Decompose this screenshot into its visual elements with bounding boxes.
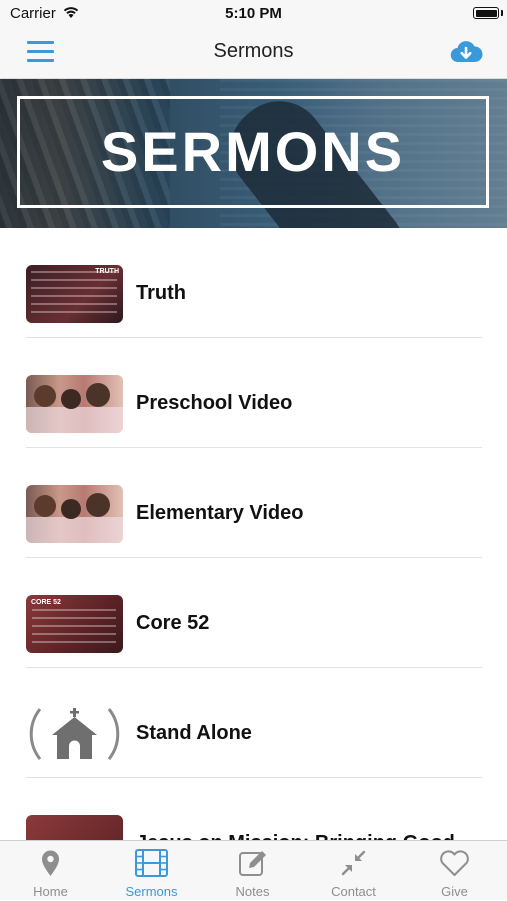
tab-sermons[interactable]: Sermons (101, 841, 202, 901)
battery-icon (473, 7, 499, 19)
tab-label: Notes (235, 884, 270, 899)
edit-icon (239, 851, 266, 876)
battery-tip (501, 10, 503, 16)
series-thumbnail: CORE 52 (26, 595, 123, 653)
cloud-download-icon[interactable] (449, 38, 483, 66)
list-item[interactable]: TRUTH Truth (0, 228, 507, 338)
sermon-series-list: TRUTH Truth Preschool Video Elementary V… (0, 228, 507, 888)
navigation-bar: Sermons (0, 28, 507, 79)
sermons-banner: SERMONS (0, 79, 507, 228)
list-item[interactable]: Stand Alone (0, 668, 507, 778)
tab-give[interactable]: Give (404, 841, 505, 901)
series-thumbnail (26, 375, 123, 433)
list-item[interactable]: Elementary Video (0, 448, 507, 558)
list-item-label: Truth (136, 282, 186, 304)
compress-arrows-icon (341, 850, 366, 876)
tab-label: Give (441, 884, 468, 899)
list-item-label: Core 52 (136, 612, 210, 634)
list-item-label: Preschool Video (136, 392, 293, 414)
banner-title: SERMONS (100, 120, 406, 183)
tab-notes[interactable]: Notes (202, 841, 303, 901)
series-thumbnail: TRUTH (26, 265, 123, 323)
page-title: Sermons (213, 40, 294, 62)
list-item[interactable]: CORE 52 Core 52 (0, 558, 507, 668)
tab-label: Contact (331, 884, 376, 899)
tab-label: Home (33, 884, 68, 899)
list-item-label: Elementary Video (136, 502, 304, 524)
map-pin-icon (42, 850, 59, 876)
status-time: 5:10 PM (225, 5, 282, 22)
church-icon (26, 705, 123, 763)
tab-contact[interactable]: Contact (303, 841, 404, 901)
tab-label: Sermons (125, 884, 178, 899)
heart-icon (440, 850, 469, 876)
tab-bar: Home Sermons Notes Contact Give (0, 840, 507, 900)
tab-home[interactable]: Home (0, 841, 101, 901)
list-item[interactable]: Preschool Video (0, 338, 507, 448)
series-thumbnail (26, 485, 123, 543)
status-bar: Carrier 5:10 PM (0, 0, 507, 28)
film-icon (135, 849, 168, 877)
list-item-label: Stand Alone (136, 722, 252, 744)
